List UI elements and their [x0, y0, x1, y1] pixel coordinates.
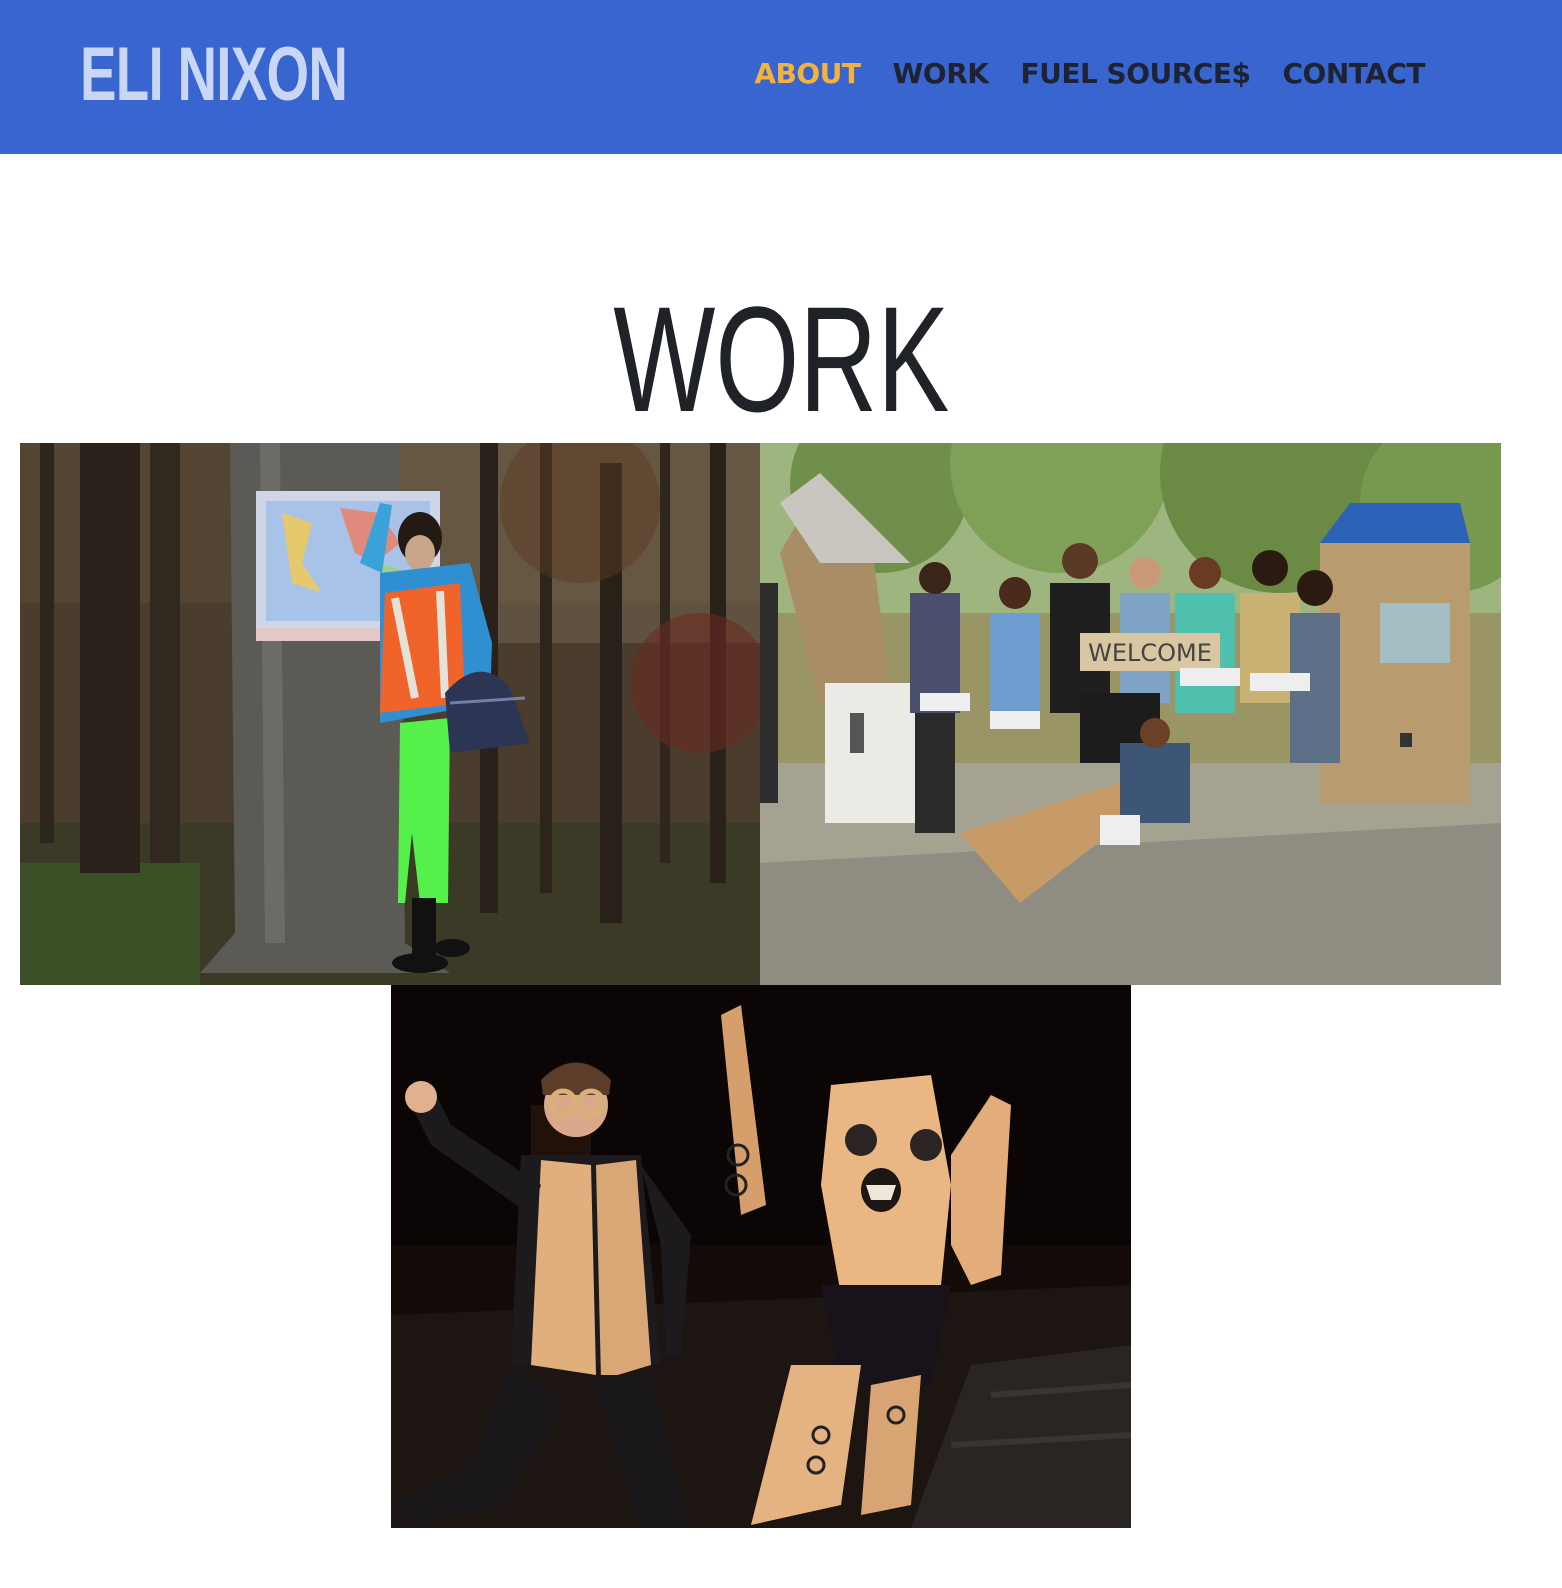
nav-item-about[interactable]: ABOUT	[754, 56, 861, 92]
main-nav: ABOUT WORK FUEL SOURCE$ CONTACT	[754, 56, 1425, 92]
site-logo[interactable]: ELI NIXON	[80, 37, 348, 113]
site-header: ELI NIXON ABOUT WORK FUEL SOURCE$ CONTAC…	[0, 0, 1562, 154]
gallery-photo-forest-map[interactable]	[20, 443, 760, 985]
nav-item-contact[interactable]: CONTACT	[1282, 56, 1425, 92]
nav-item-work[interactable]: WORK	[893, 56, 989, 92]
nav-item-fuel-sources[interactable]: FUEL SOURCE$	[1020, 56, 1251, 92]
gallery-photo-stage-robot[interactable]	[391, 985, 1131, 1528]
svg-text:WELCOME: WELCOME	[1088, 639, 1212, 667]
page-title: WORK	[613, 275, 949, 443]
gallery-photo-group-park[interactable]: WELCOME	[760, 443, 1501, 985]
